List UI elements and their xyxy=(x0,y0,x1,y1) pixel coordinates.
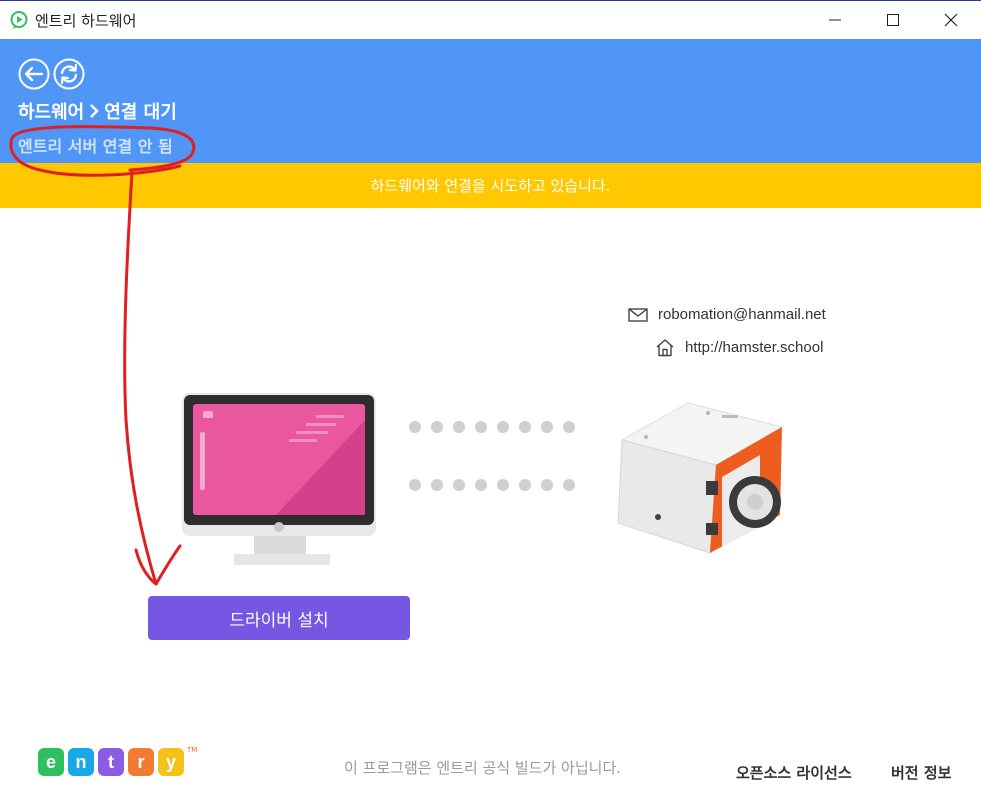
close-button[interactable] xyxy=(926,1,976,39)
install-driver-button[interactable]: 드라이버 설치 xyxy=(148,596,410,640)
breadcrumb-root: 하드웨어 xyxy=(18,102,85,123)
logo-trademark: TM xyxy=(187,746,198,754)
contact-email: robomation@hanmail.net xyxy=(628,306,826,323)
open-source-license-link[interactable]: 오픈소스 라이선스 xyxy=(736,762,852,783)
logo-letter-t: t xyxy=(98,748,124,776)
entry-play-icon xyxy=(10,11,28,29)
minimize-icon xyxy=(829,19,841,21)
chevron-right-icon xyxy=(90,104,99,118)
title-bar: 엔트리 하드웨어 xyxy=(0,0,981,39)
logo-letter-n: n xyxy=(68,748,94,776)
computer-icon xyxy=(182,393,376,565)
website-text: http://hamster.school xyxy=(685,339,824,356)
connection-notice: 하드웨어와 연결을 시도하고 있습니다. xyxy=(0,163,981,208)
header: 하드웨어 연결 대기 엔트리 서버 연결 안 됨 xyxy=(0,39,981,163)
email-text: robomation@hanmail.net xyxy=(658,306,826,323)
maximize-button[interactable] xyxy=(868,1,918,39)
logo-letter-y: y xyxy=(158,748,184,776)
close-icon xyxy=(944,13,958,27)
robot-icon xyxy=(617,402,784,554)
minimize-button[interactable] xyxy=(810,1,860,39)
breadcrumb: 하드웨어 연결 대기 xyxy=(18,98,177,124)
home-icon xyxy=(656,339,674,357)
notice-text: 하드웨어와 연결을 시도하고 있습니다. xyxy=(370,177,611,195)
logo-letter-r: r xyxy=(128,748,154,776)
maximize-icon xyxy=(887,14,899,26)
connection-dots xyxy=(409,421,575,491)
logo-letter-e: e xyxy=(38,748,64,776)
back-button[interactable] xyxy=(18,58,50,90)
window-title: 엔트리 하드웨어 xyxy=(35,12,137,30)
refresh-button[interactable] xyxy=(53,58,85,90)
breadcrumb-current: 연결 대기 xyxy=(104,102,177,123)
app-window: 엔트리 하드웨어 하드웨어 연결 대기 엔트리 서버 연결 안 됨 하드웨어와 … xyxy=(0,0,981,805)
entry-logo: e n t r y xyxy=(38,748,184,776)
mail-icon xyxy=(628,307,648,322)
install-driver-label: 드라이버 설치 xyxy=(229,610,329,631)
version-info-link[interactable]: 버전 정보 xyxy=(891,762,951,783)
unofficial-build-note: 이 프로그램은 엔트리 공식 빌드가 아닙니다. xyxy=(344,759,622,777)
server-status: 엔트리 서버 연결 안 됨 xyxy=(18,137,173,156)
contact-website: http://hamster.school xyxy=(655,338,823,357)
